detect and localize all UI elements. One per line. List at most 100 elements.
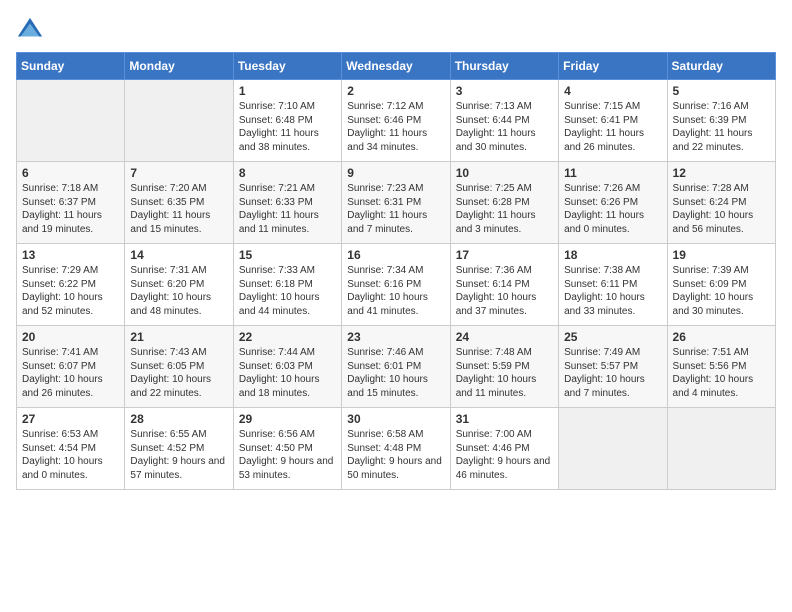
day-number: 21 [130,330,227,344]
day-number: 29 [239,412,336,426]
day-number: 18 [564,248,661,262]
day-number: 22 [239,330,336,344]
calendar-cell: 9 Sunrise: 7:23 AM Sunset: 6:31 PM Daylig… [342,162,450,244]
day-info: Sunrise: 7:49 AM Sunset: 5:57 PM Dayligh… [564,346,661,400]
day-info: Sunrise: 7:31 AM Sunset: 6:20 PM Dayligh… [130,264,227,318]
day-info: Sunrise: 7:48 AM Sunset: 5:59 PM Dayligh… [456,346,553,400]
calendar-cell: 10 Sunrise: 7:25 AM Sunset: 6:28 PM Dayli… [450,162,558,244]
day-info: Sunrise: 7:28 AM Sunset: 6:24 PM Dayligh… [673,182,770,236]
calendar-cell: 12 Sunrise: 7:28 AM Sunset: 6:24 PM Dayli… [667,162,775,244]
calendar-week-5: 27 Sunrise: 6:53 AM Sunset: 4:54 PM Dayli… [17,408,776,490]
day-number: 28 [130,412,227,426]
day-info: Sunrise: 7:00 AM Sunset: 4:46 PM Dayligh… [456,428,553,482]
day-info: Sunrise: 7:16 AM Sunset: 6:39 PM Dayligh… [673,100,770,154]
calendar-cell: 2 Sunrise: 7:12 AM Sunset: 6:46 PM Daylig… [342,80,450,162]
calendar-cell: 29 Sunrise: 6:56 AM Sunset: 4:50 PM Dayli… [233,408,341,490]
day-number: 16 [347,248,444,262]
day-info: Sunrise: 7:33 AM Sunset: 6:18 PM Dayligh… [239,264,336,318]
day-number: 31 [456,412,553,426]
day-number: 24 [456,330,553,344]
calendar-table: SundayMondayTuesdayWednesdayThursdayFrid… [16,52,776,490]
calendar-cell: 20 Sunrise: 7:41 AM Sunset: 6:07 PM Dayli… [17,326,125,408]
calendar-cell: 8Sunrise: 7:21 AM Sunset: 6:33 PM Daylig… [233,162,341,244]
day-info: Sunrise: 7:41 AM Sunset: 6:07 PM Dayligh… [22,346,119,400]
day-info: Sunrise: 7:23 AM Sunset: 6:31 PM Dayligh… [347,182,444,236]
day-number: 14 [130,248,227,262]
calendar-cell: 24 Sunrise: 7:48 AM Sunset: 5:59 PM Dayli… [450,326,558,408]
calendar-cell: 28 Sunrise: 6:55 AM Sunset: 4:52 PM Dayli… [125,408,233,490]
calendar-week-4: 20 Sunrise: 7:41 AM Sunset: 6:07 PM Dayli… [17,326,776,408]
day-number: 25 [564,330,661,344]
calendar-cell: 1Sunrise: 7:10 AM Sunset: 6:48 PM Daylig… [233,80,341,162]
day-number: 15 [239,248,336,262]
calendar-cell: 18 Sunrise: 7:38 AM Sunset: 6:11 PM Dayli… [559,244,667,326]
day-info: Sunrise: 7:25 AM Sunset: 6:28 PM Dayligh… [456,182,553,236]
calendar-cell: 21 Sunrise: 7:43 AM Sunset: 6:05 PM Dayli… [125,326,233,408]
calendar-cell: 31 Sunrise: 7:00 AM Sunset: 4:46 PM Dayli… [450,408,558,490]
day-info: Sunrise: 7:38 AM Sunset: 6:11 PM Dayligh… [564,264,661,318]
day-number: 26 [673,330,770,344]
calendar-cell: 5Sunrise: 7:16 AM Sunset: 6:39 PM Daylig… [667,80,775,162]
day-number: 30 [347,412,444,426]
weekday-header-wednesday: Wednesday [342,53,450,80]
day-info: Sunrise: 7:46 AM Sunset: 6:01 PM Dayligh… [347,346,444,400]
calendar-cell: 11 Sunrise: 7:26 AM Sunset: 6:26 PM Dayli… [559,162,667,244]
day-number: 17 [456,248,553,262]
day-info: Sunrise: 6:53 AM Sunset: 4:54 PM Dayligh… [22,428,119,482]
day-number: 20 [22,330,119,344]
day-number: 27 [22,412,119,426]
day-number: 4 [564,84,661,98]
day-number: 13 [22,248,119,262]
day-info: Sunrise: 7:13 AM Sunset: 6:44 PM Dayligh… [456,100,553,154]
calendar-cell: 30 Sunrise: 6:58 AM Sunset: 4:48 PM Dayli… [342,408,450,490]
day-info: Sunrise: 7:44 AM Sunset: 6:03 PM Dayligh… [239,346,336,400]
day-info: Sunrise: 6:56 AM Sunset: 4:50 PM Dayligh… [239,428,336,482]
calendar-cell: 17 Sunrise: 7:36 AM Sunset: 6:14 PM Dayli… [450,244,558,326]
weekday-header-row: SundayMondayTuesdayWednesdayThursdayFrid… [17,53,776,80]
day-number: 10 [456,166,553,180]
day-number: 6 [22,166,119,180]
day-number: 2 [347,84,444,98]
day-info: Sunrise: 7:29 AM Sunset: 6:22 PM Dayligh… [22,264,119,318]
day-info: Sunrise: 7:36 AM Sunset: 6:14 PM Dayligh… [456,264,553,318]
day-info: Sunrise: 7:10 AM Sunset: 6:48 PM Dayligh… [239,100,336,154]
calendar-week-2: 6 Sunrise: 7:18 AM Sunset: 6:37 PM Daylig… [17,162,776,244]
day-info: Sunrise: 7:26 AM Sunset: 6:26 PM Dayligh… [564,182,661,236]
day-info: Sunrise: 7:39 AM Sunset: 6:09 PM Dayligh… [673,264,770,318]
day-info: Sunrise: 7:15 AM Sunset: 6:41 PM Dayligh… [564,100,661,154]
weekday-header-monday: Monday [125,53,233,80]
calendar-cell: 22 Sunrise: 7:44 AM Sunset: 6:03 PM Dayli… [233,326,341,408]
logo [16,16,48,44]
calendar-week-1: 1Sunrise: 7:10 AM Sunset: 6:48 PM Daylig… [17,80,776,162]
calendar-cell [559,408,667,490]
day-number: 7 [130,166,227,180]
day-number: 9 [347,166,444,180]
calendar-cell: 7 Sunrise: 7:20 AM Sunset: 6:35 PM Daylig… [125,162,233,244]
day-info: Sunrise: 6:55 AM Sunset: 4:52 PM Dayligh… [130,428,227,482]
weekday-header-tuesday: Tuesday [233,53,341,80]
day-info: Sunrise: 7:20 AM Sunset: 6:35 PM Dayligh… [130,182,227,236]
weekday-header-sunday: Sunday [17,53,125,80]
calendar-cell [667,408,775,490]
calendar-cell: 6 Sunrise: 7:18 AM Sunset: 6:37 PM Daylig… [17,162,125,244]
calendar-cell: 16 Sunrise: 7:34 AM Sunset: 6:16 PM Dayli… [342,244,450,326]
day-info: Sunrise: 7:12 AM Sunset: 6:46 PM Dayligh… [347,100,444,154]
calendar-cell: 27 Sunrise: 6:53 AM Sunset: 4:54 PM Dayli… [17,408,125,490]
day-number: 8 [239,166,336,180]
day-info: Sunrise: 7:34 AM Sunset: 6:16 PM Dayligh… [347,264,444,318]
calendar-cell: 25 Sunrise: 7:49 AM Sunset: 5:57 PM Dayli… [559,326,667,408]
calendar-cell: 15 Sunrise: 7:33 AM Sunset: 6:18 PM Dayli… [233,244,341,326]
calendar-cell: 19Sunrise: 7:39 AM Sunset: 6:09 PM Dayli… [667,244,775,326]
weekday-header-thursday: Thursday [450,53,558,80]
weekday-header-saturday: Saturday [667,53,775,80]
calendar-cell: 23Sunrise: 7:46 AM Sunset: 6:01 PM Dayli… [342,326,450,408]
calendar-cell: 13 Sunrise: 7:29 AM Sunset: 6:22 PM Dayli… [17,244,125,326]
day-number: 11 [564,166,661,180]
calendar-week-3: 13 Sunrise: 7:29 AM Sunset: 6:22 PM Dayli… [17,244,776,326]
calendar-cell [17,80,125,162]
day-number: 12 [673,166,770,180]
day-info: Sunrise: 6:58 AM Sunset: 4:48 PM Dayligh… [347,428,444,482]
day-info: Sunrise: 7:18 AM Sunset: 6:37 PM Dayligh… [22,182,119,236]
day-info: Sunrise: 7:43 AM Sunset: 6:05 PM Dayligh… [130,346,227,400]
calendar-cell: 26Sunrise: 7:51 AM Sunset: 5:56 PM Dayli… [667,326,775,408]
